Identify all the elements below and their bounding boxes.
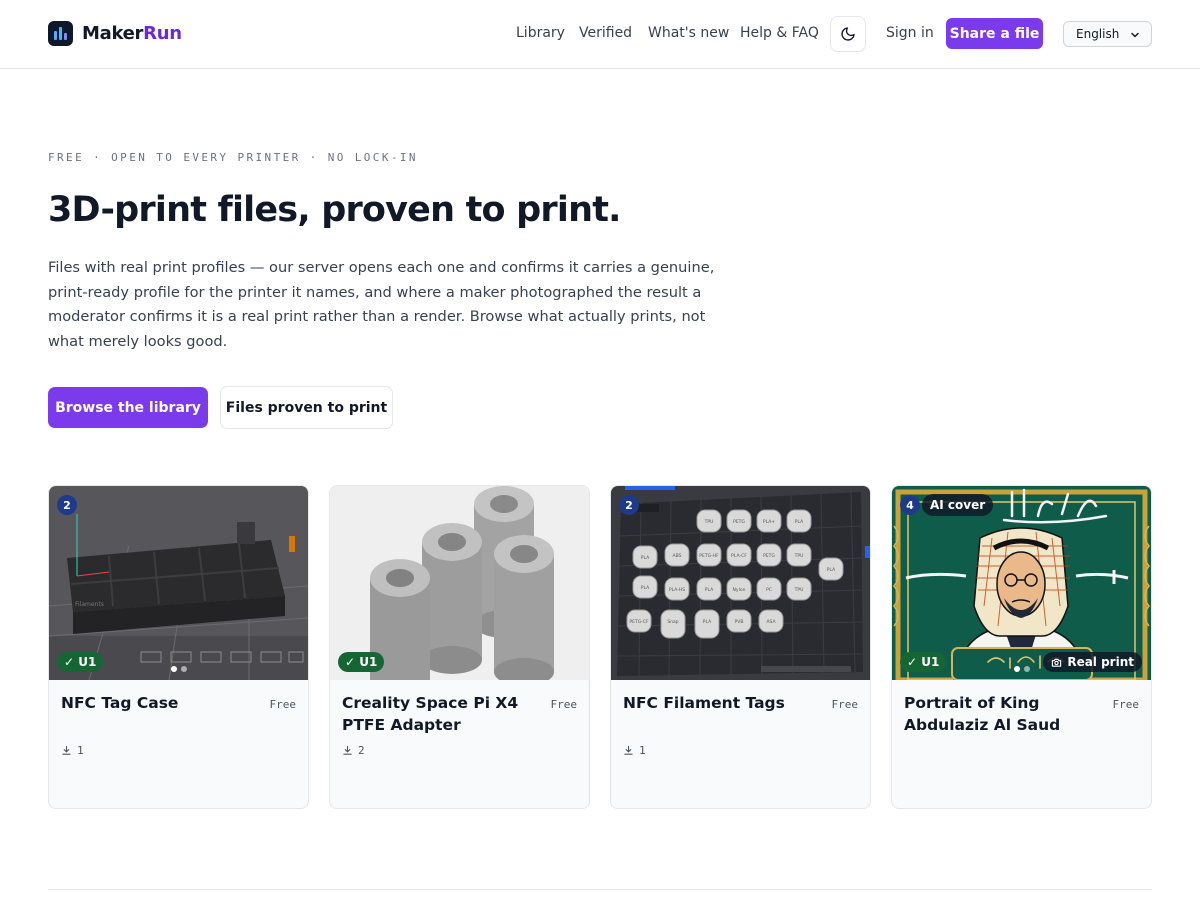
svg-text:PLA-HS: PLA-HS — [669, 587, 685, 593]
site-header: MakerRun Library Verified What's new Hel… — [0, 0, 1200, 69]
svg-text:PLA: PLA — [641, 585, 650, 591]
svg-text:PLA+: PLA+ — [763, 519, 775, 525]
nav-whats-new[interactable]: What's new — [648, 25, 729, 41]
card-title[interactable]: NFC Filament Tags — [623, 692, 813, 714]
verified-badge: ✓ U1 — [338, 652, 385, 672]
camera-icon — [1052, 658, 1062, 667]
download-count: 1 — [623, 744, 646, 757]
svg-text:PETG-HF: PETG-HF — [699, 553, 719, 559]
svg-text:PLA: PLA — [703, 619, 712, 625]
carousel-dots[interactable] — [171, 666, 187, 672]
image-count-badge: 2 — [57, 495, 77, 515]
hero-title: 3D-print files, proven to print. — [48, 190, 621, 230]
svg-text:PETG-CF: PETG-CF — [629, 619, 649, 625]
carousel-dot[interactable] — [1014, 666, 1020, 672]
nav-library[interactable]: Library — [516, 25, 565, 41]
svg-text:TPU: TPU — [704, 519, 714, 525]
card-title[interactable]: Creality Space Pi X4 PTFE Adapter — [342, 692, 532, 736]
card-image[interactable]: Filaments — [49, 486, 308, 680]
download-count: 1 — [61, 744, 84, 757]
svg-text:ABS: ABS — [673, 553, 682, 559]
moon-icon — [841, 27, 855, 41]
carousel-dot[interactable] — [181, 666, 187, 672]
language-select[interactable]: English — [1063, 21, 1152, 47]
svg-text:PLA: PLA — [827, 567, 836, 573]
file-card[interactable]: 4 AI cover ✓ U1 Real print Portrait of K… — [891, 485, 1152, 809]
verified-badge: ✓ U1 — [57, 652, 104, 672]
theme-toggle-button[interactable] — [830, 16, 866, 52]
brand-name: MakerRun — [82, 23, 182, 44]
logo-icon — [48, 21, 73, 46]
svg-text:Snap: Snap — [667, 619, 678, 625]
download-icon — [624, 745, 633, 755]
verified-badge: ✓ U1 — [900, 652, 947, 672]
language-value: English — [1076, 27, 1120, 41]
download-icon — [62, 745, 71, 755]
ai-cover-badge: AI cover — [922, 494, 994, 516]
svg-text:PETG: PETG — [763, 553, 775, 559]
card-title[interactable]: Portrait of King Abdulaziz Al Saud — [904, 692, 1094, 736]
carousel-dots[interactable] — [1014, 666, 1030, 672]
svg-text:Nylon: Nylon — [733, 587, 746, 593]
svg-text:PLA-CF: PLA-CF — [731, 553, 747, 559]
files-proven-button[interactable]: Files proven to print — [220, 386, 393, 429]
svg-text:PLA: PLA — [705, 587, 714, 593]
file-card[interactable]: TPU PETG PLA+ PLA PLA ABS PETG-HF PLA-CF PETG TP… — [610, 485, 871, 809]
file-card[interactable]: Filaments 2 ✓ U1 NFC Tag Case Free 1 — [48, 485, 309, 809]
svg-text:Filaments: Filaments — [75, 601, 104, 608]
section-divider — [48, 889, 1152, 890]
carousel-dot[interactable] — [171, 666, 177, 672]
file-card[interactable]: ✓ U1 Creality Space Pi X4 PTFE Adapter F… — [329, 485, 590, 809]
svg-text:PC: PC — [766, 587, 772, 593]
chevron-down-icon — [1131, 32, 1139, 38]
download-count: 2 — [342, 744, 365, 757]
image-count-badge: 2 — [619, 495, 639, 515]
carousel-dot[interactable] — [1024, 666, 1030, 672]
svg-text:PLA: PLA — [795, 519, 804, 525]
download-icon — [343, 745, 352, 755]
image-count-badge: 4 — [900, 495, 920, 515]
svg-text:PETG: PETG — [733, 519, 745, 525]
sign-in-link[interactable]: Sign in — [886, 25, 934, 41]
real-print-badge: Real print — [1043, 652, 1142, 672]
card-title[interactable]: NFC Tag Case — [61, 692, 251, 714]
card-price: Free — [1112, 698, 1140, 711]
svg-text:TPU: TPU — [794, 553, 804, 559]
share-file-button[interactable]: Share a file — [946, 18, 1043, 49]
brand-logo[interactable]: MakerRun — [48, 21, 182, 46]
svg-text:ASA: ASA — [766, 619, 776, 625]
browse-library-button[interactable]: Browse the library — [48, 387, 208, 428]
svg-text:PVB: PVB — [735, 619, 744, 625]
card-price: Free — [269, 698, 297, 711]
nav-help-faq[interactable]: Help & FAQ — [740, 25, 819, 41]
card-price: Free — [550, 698, 578, 711]
card-price: Free — [831, 698, 859, 711]
hero-eyebrow: FREE · OPEN TO EVERY PRINTER · NO LOCK-I… — [48, 151, 418, 164]
hero-description: Files with real print profiles — our ser… — [48, 259, 715, 351]
card-image[interactable] — [330, 486, 589, 680]
card-image[interactable]: TPU PETG PLA+ PLA PLA ABS PETG-HF PLA-CF PETG TP… — [611, 486, 870, 680]
svg-text:PLA: PLA — [641, 555, 650, 561]
nav-verified[interactable]: Verified — [579, 25, 632, 41]
svg-text:TPU: TPU — [794, 587, 804, 593]
